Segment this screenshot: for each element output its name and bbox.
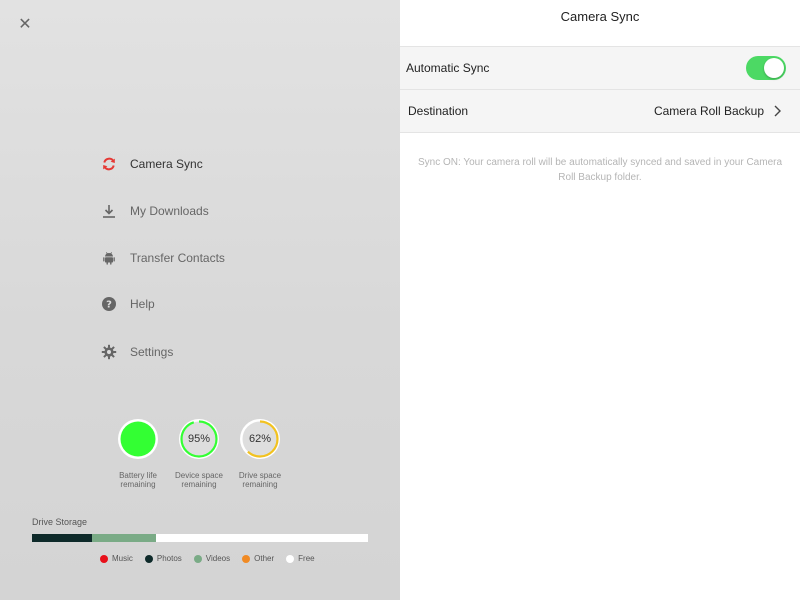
storage-legend: Music Photos Videos Other Free (100, 554, 327, 563)
legend-item-music: Music (100, 554, 133, 563)
drive-storage-bar (32, 534, 368, 542)
battery-gauge-fill (120, 421, 156, 457)
gauge-label: Drive space remaining (238, 471, 282, 489)
menu-item-label: Camera Sync (130, 157, 203, 171)
android-icon (100, 249, 118, 267)
storage-segment-photos (32, 534, 93, 542)
gauges: Battery life remaining 95% Device space … (110, 418, 290, 498)
destination-row[interactable]: Destination Camera Roll Backup (400, 90, 800, 133)
legend-label: Free (298, 554, 315, 563)
destination-value: Camera Roll Backup (653, 104, 764, 118)
legend-dot (144, 554, 153, 563)
close-icon[interactable]: ✕ (16, 16, 34, 34)
device-space-gauge: 95% Device space remaining (171, 418, 227, 489)
menu-item-label: Transfer Contacts (130, 251, 225, 265)
menu-item-settings[interactable]: Settings (100, 334, 300, 370)
toggle-knob (764, 58, 784, 78)
gauge-label: Device space remaining (174, 471, 224, 489)
gauge-label: Battery life remaining (119, 471, 157, 489)
legend-item-photos: Photos (144, 554, 182, 563)
menu-item-label: My Downloads (130, 204, 209, 218)
automatic-sync-label: Automatic Sync (406, 61, 490, 75)
drive-space-percent: 62% (248, 433, 272, 445)
legend-label: Photos (156, 554, 182, 563)
automatic-sync-toggle[interactable] (746, 56, 786, 80)
destination-label: Destination (408, 104, 469, 118)
gear-icon (100, 343, 118, 361)
legend-item-other: Other (242, 554, 274, 563)
legend-dot (193, 554, 202, 563)
battery-gauge: Battery life remaining (110, 418, 166, 489)
chevron-right-icon (772, 104, 784, 118)
menu-item-label: Help (130, 297, 155, 311)
download-icon (100, 202, 118, 220)
device-space-percent: 95% (187, 433, 211, 445)
storage-segment-videos (92, 534, 157, 542)
legend-item-free: Free (286, 554, 315, 563)
sync-status-note: Sync ON: Your camera roll will be automa… (417, 157, 783, 183)
drive-storage-title: Drive Storage (32, 517, 88, 527)
legend-label: Videos (205, 554, 231, 563)
page-title: Camera Sync (400, 0, 800, 47)
menu-item-label: Settings (130, 345, 174, 359)
legend-item-videos: Videos (193, 554, 231, 563)
legend-dot (242, 554, 251, 563)
sync-icon (100, 155, 118, 173)
drive-space-gauge: 62% Drive space remaining (232, 418, 288, 489)
menu-item-help[interactable]: ? Help (100, 286, 300, 322)
legend-label: Other (254, 554, 275, 563)
legend-dot (100, 554, 108, 563)
legend-dot (286, 554, 295, 563)
menu-item-camera-sync[interactable]: Camera Sync (100, 146, 300, 182)
automatic-sync-row: Automatic Sync (400, 47, 800, 90)
menu-item-my-downloads[interactable]: My Downloads (100, 193, 300, 229)
menu-item-transfer-contacts[interactable]: Transfer Contacts (100, 240, 300, 276)
legend-label: Music (112, 554, 133, 563)
storage-segment-free (156, 534, 368, 542)
svg-text:?: ? (106, 300, 112, 311)
right-panel: Camera Sync Automatic Sync Destination C… (400, 0, 800, 600)
help-icon: ? (100, 295, 118, 313)
left-panel: ✕ Camera Sync My Downloads Transfer Cont… (0, 0, 400, 600)
battery-gauge-ring (118, 419, 158, 459)
